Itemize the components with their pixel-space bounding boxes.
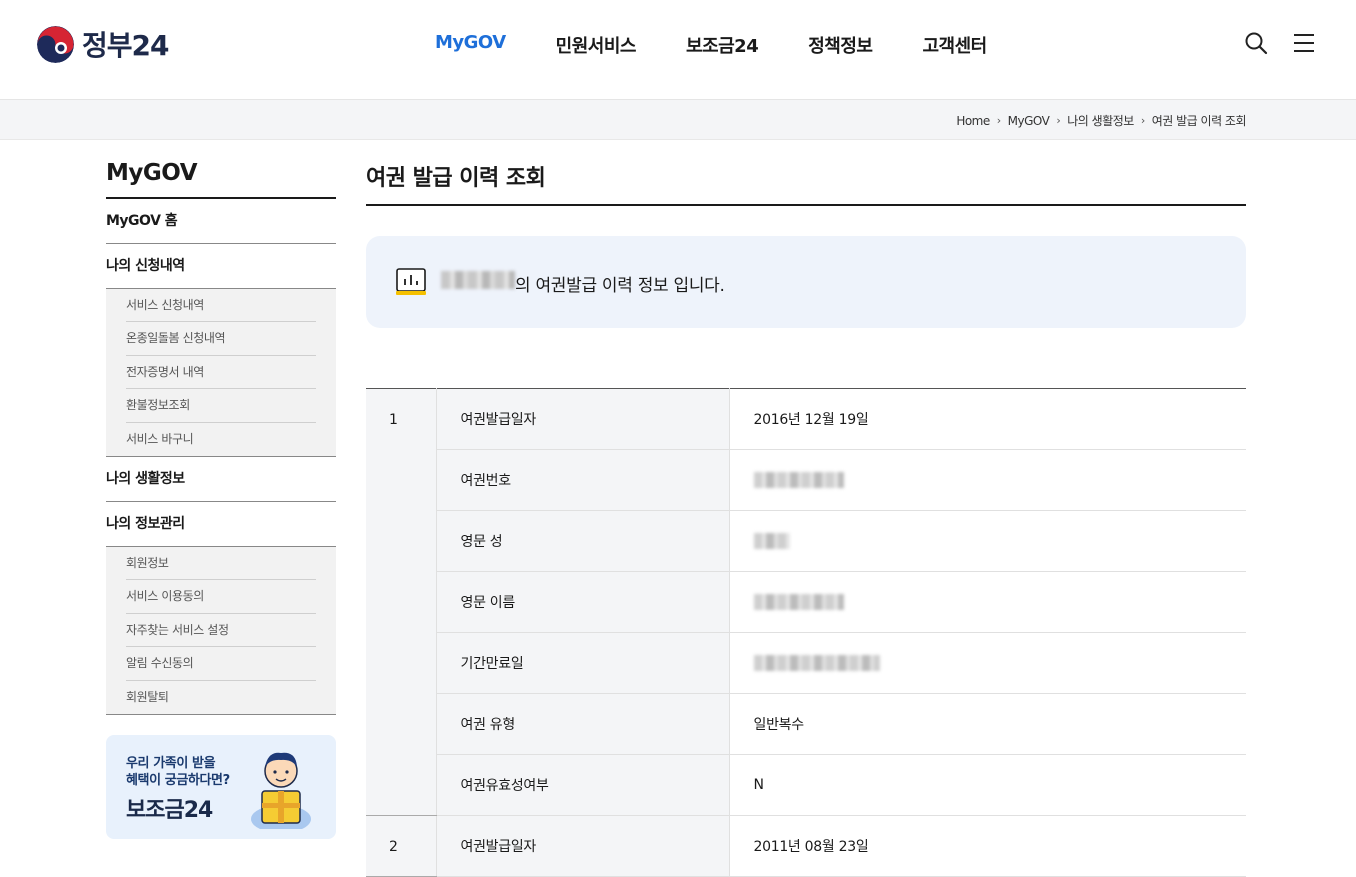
row-label: 여권발급일자 — [436, 815, 730, 877]
breadcrumb-current: 여권 발급 이력 조회 — [1151, 114, 1247, 128]
chevron-right-icon: › — [996, 114, 1001, 127]
table-row: 여권번호 — [366, 449, 1246, 511]
chevron-right-icon: › — [1056, 114, 1061, 127]
sidebar-subitem-service-basket[interactable]: 서비스 바구니 — [126, 423, 316, 456]
info-text: 의 여권발급 이력 정보 입니다. — [515, 276, 725, 296]
masked-user-name — [441, 271, 515, 289]
breadcrumb-home[interactable]: Home — [956, 114, 990, 128]
banner-line-2: 혜택이 궁금하다면? — [126, 772, 230, 788]
row-value — [729, 510, 1246, 572]
sidebar-subitem-service-consent[interactable]: 서비스 이용동의 — [126, 580, 316, 614]
row-label: 여권발급일자 — [436, 388, 730, 450]
chart-report-icon — [395, 267, 429, 301]
masked-value — [753, 655, 880, 671]
row-value — [729, 632, 1246, 694]
search-icon[interactable] — [1244, 31, 1268, 55]
row-label: 영문 성 — [436, 510, 730, 572]
row-label: 여권 유형 — [436, 693, 730, 755]
table-row: 여권 유형 일반복수 — [366, 693, 1246, 755]
sidebar-subitem-service-applications[interactable]: 서비스 신청내역 — [126, 289, 316, 323]
sidebar-subitem-e-certificates[interactable]: 전자증명서 내역 — [126, 356, 316, 390]
row-label: 영문 이름 — [436, 571, 730, 633]
table-row: 영문 이름 — [366, 571, 1246, 633]
banner-line-1: 우리 가족이 받을 — [126, 755, 216, 771]
banner-text: 우리 가족이 받을 혜택이 궁금하다면? — [126, 755, 230, 789]
nav-mygov[interactable]: MyGOV — [435, 32, 506, 58]
nav-civil-service[interactable]: 민원서비스 — [556, 32, 637, 58]
sidebar-subitem-childcare-applications[interactable]: 온종일돌봄 신청내역 — [126, 322, 316, 356]
main-content: 여권 발급 이력 조회 의 여권발급 이력 정보 입니다. 1 여권발급일자 2… — [366, 160, 1246, 877]
sidebar-subitem-notification-consent[interactable]: 알림 수신동의 — [126, 647, 316, 681]
row-value: 일반복수 — [729, 693, 1246, 755]
sidebar-submenu-applications: 서비스 신청내역 온종일돌봄 신청내역 전자증명서 내역 환불정보조회 서비스 … — [106, 289, 336, 457]
table-row: 1 여권발급일자 2016년 12월 19일 — [366, 388, 1246, 816]
site-header: 정부24 MyGOV 민원서비스 보조금24 정책정보 고객센터 — [0, 0, 1356, 100]
sidebar-subitem-favorite-services[interactable]: 자주찾는 서비스 설정 — [126, 614, 316, 648]
sidebar-item-life-info[interactable]: 나의 생활정보 — [106, 457, 336, 502]
sidebar-item-applications[interactable]: 나의 신청내역 — [106, 244, 336, 289]
person-with-gift-icon — [251, 752, 311, 829]
sidebar-submenu-info-management: 회원정보 서비스 이용동의 자주찾는 서비스 설정 알림 수신동의 회원탈퇴 — [106, 546, 336, 715]
nav-subsidy24[interactable]: 보조금24 — [686, 32, 759, 58]
main-nav: MyGOV 민원서비스 보조금24 정책정보 고객센터 — [435, 32, 987, 58]
banner-brand: 보조금24 — [126, 797, 213, 823]
info-box: 의 여권발급 이력 정보 입니다. — [366, 236, 1246, 328]
sidebar-subitem-withdraw[interactable]: 회원탈퇴 — [126, 681, 316, 714]
sidebar: MyGOV MyGOV 홈 나의 신청내역 서비스 신청내역 온종일돌봄 신청내… — [106, 160, 336, 839]
nav-policy-info[interactable]: 정책정보 — [808, 32, 873, 58]
row-value: 2011년 08월 23일 — [729, 815, 1246, 877]
row-value: 2016년 12월 19일 — [729, 388, 1246, 450]
table-row: 영문 성 — [366, 510, 1246, 572]
page-title: 여권 발급 이력 조회 — [366, 160, 1246, 206]
breadcrumb-bar: Home › MyGOV › 나의 생활정보 › 여권 발급 이력 조회 — [0, 100, 1356, 140]
sidebar-item-info-management[interactable]: 나의 정보관리 — [106, 502, 336, 547]
breadcrumb-mygov[interactable]: MyGOV — [1008, 114, 1050, 128]
hamburger-menu-icon[interactable] — [1292, 31, 1316, 55]
masked-value — [753, 594, 844, 610]
row-label: 여권번호 — [436, 449, 730, 511]
row-value — [729, 571, 1246, 633]
sidebar-title: MyGOV — [106, 160, 336, 199]
nav-customer-center[interactable]: 고객센터 — [922, 32, 987, 58]
breadcrumb: Home › MyGOV › 나의 생활정보 › 여권 발급 이력 조회 — [956, 112, 1246, 129]
sidebar-subitem-refund-info[interactable]: 환불정보조회 — [126, 389, 316, 423]
row-label: 기간만료일 — [436, 632, 730, 694]
subsidy24-banner[interactable]: 우리 가족이 받을 혜택이 궁금하다면? 보조금24 — [106, 734, 336, 839]
taegeuk-emblem-icon — [37, 25, 74, 63]
sidebar-item-mygov-home[interactable]: MyGOV 홈 — [106, 199, 336, 244]
chevron-right-icon: › — [1140, 114, 1145, 127]
breadcrumb-life-info[interactable]: 나의 생활정보 — [1067, 112, 1134, 129]
row-label: 여권유효성여부 — [436, 754, 730, 816]
sidebar-subitem-member-info[interactable]: 회원정보 — [126, 547, 316, 581]
passport-history-table: 1 여권발급일자 2016년 12월 19일 여권번호 영문 성 영문 이름 기… — [366, 388, 1246, 877]
masked-value — [753, 533, 790, 549]
row-value: N — [729, 754, 1246, 816]
record-index: 2 — [366, 815, 437, 877]
site-logo[interactable]: 정부24 — [37, 24, 169, 64]
logo-text: 정부24 — [82, 29, 169, 62]
table-row: 2 여권발급일자 2011년 08월 23일 — [366, 815, 1246, 877]
row-value — [729, 449, 1246, 511]
masked-value — [753, 472, 844, 488]
table-row: 여권유효성여부 N — [366, 754, 1246, 816]
table-row: 기간만료일 — [366, 632, 1246, 694]
record-index: 1 — [366, 388, 437, 816]
